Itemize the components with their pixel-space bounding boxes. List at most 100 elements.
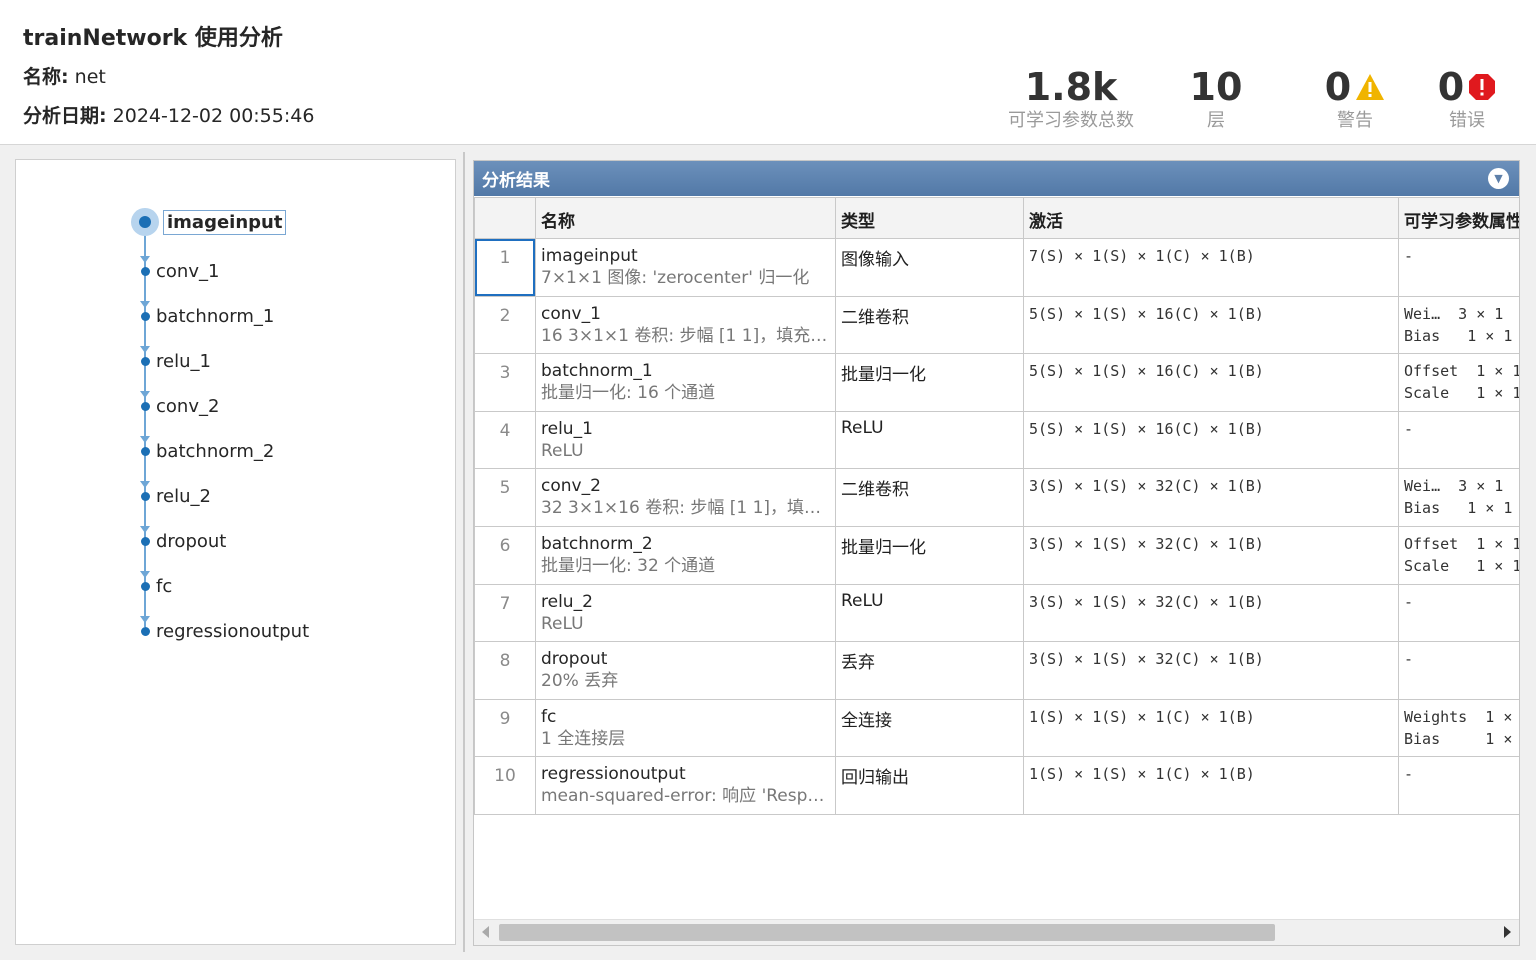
layer-activation: 3(S) × 1(S) × 32(C) × 1(B) <box>1023 641 1399 700</box>
graph-node-dropout[interactable]: dropout <box>140 529 440 553</box>
column-header-1[interactable]: 名称 <box>535 197 836 239</box>
graph-arrow <box>140 301 150 308</box>
table-row[interactable]: 3 batchnorm_1 批量归一化: 16 个通道 批量归一化 5(S) × 1(S… <box>474 353 1520 412</box>
date-value: 2024-12-02 00:55:46 <box>106 105 315 127</box>
learnable-param: - <box>1404 650 1414 669</box>
table-row[interactable]: 5 conv_2 32 3×1×16 卷积: 步幅 [1 1]，填充 ... 二维卷积… <box>474 468 1519 527</box>
graph-node-dot <box>141 401 150 411</box>
collapse-button[interactable]: ▼ <box>1488 168 1509 189</box>
learnable-param: Bias 1 × 1 <box>1404 499 1513 518</box>
table-row[interactable]: 7 relu_2 ReLU ReLU 3(S) × 1(S) × 32(C) × 1(B… <box>474 583 1519 643</box>
layer-description: 32 3×1×16 卷积: 步幅 [1 1]，填充 ... <box>541 498 830 519</box>
layer-description: mean-squared-error: 响应 'Respon... <box>541 786 830 807</box>
stat-learnables: 1.8k 可学习参数总数 <box>1000 64 1142 132</box>
graph-node-label: conv_1 <box>156 260 220 282</box>
learnable-param: Bias 1 × 1 <box>1404 326 1513 345</box>
graph-node-label: imageinput <box>163 209 287 235</box>
layer-description: 7×1×1 图像: 'zerocenter' 归一化 <box>541 268 810 288</box>
graph-node-dot <box>141 536 150 546</box>
horizontal-scrollbar[interactable] <box>474 919 1519 945</box>
column-header-3[interactable]: 激活 <box>1023 197 1399 239</box>
page-title: trainNetwork 使用分析 <box>23 26 283 51</box>
network-graph-pane[interactable]: imageinput conv_1 batchnorm_1 relu_1 conv_2b… <box>15 159 456 945</box>
graph-node-conv_1[interactable]: conv_1 <box>140 259 440 283</box>
table-row[interactable]: 6 batchnorm_2 批量归一化: 32 个通道 批量归一化 3(S) × 1(S… <box>474 525 1519 585</box>
layer-learnables: Offset 1 × 1 Scale 1 × 1 <box>1398 353 1520 412</box>
analysis-date: 分析日期: 2024-12-02 00:55:46 <box>23 101 314 128</box>
graph-node-dot <box>139 216 151 228</box>
layer-type: 丢弃 <box>835 641 1024 700</box>
layer-activation: 1(S) × 1(S) × 1(C) × 1(B) <box>1023 698 1399 758</box>
stat-layers: 10 层 <box>1176 64 1256 132</box>
graph-node-label: relu_1 <box>156 350 211 372</box>
layer-description: ReLU <box>541 613 584 634</box>
stat-layers-value: 10 <box>1189 65 1243 109</box>
layer-name: imageinput <box>541 246 638 266</box>
graph-node-label: batchnorm_2 <box>156 440 275 462</box>
layer-learnables: - <box>1398 641 1519 700</box>
graph-node-imageinput[interactable]: imageinput <box>139 209 440 235</box>
learnable-param: - <box>1404 592 1414 611</box>
layer-name-cell: conv_2 32 3×1×16 卷积: 步幅 [1 1]，填充 ... <box>535 468 836 527</box>
graph-node-relu_1[interactable]: relu_1 <box>140 349 440 373</box>
layer-name: dropout <box>541 649 608 670</box>
layer-name: fc <box>541 706 557 727</box>
layer-name-cell: dropout 20% 丢弃 <box>535 641 836 700</box>
graph-node-relu_2[interactable]: relu_2 <box>140 484 440 508</box>
layer-learnables: Weights 1 × Bias 1 × <box>1398 698 1519 758</box>
layer-activation: 1(S) × 1(S) × 1(C) × 1(B) <box>1023 756 1399 815</box>
column-header-0[interactable] <box>474 197 536 239</box>
pane-splitter[interactable] <box>463 152 465 952</box>
graph-node-label: fc <box>156 575 173 597</box>
graph-arrow <box>140 391 150 398</box>
layer-name-cell: batchnorm_1 批量归一化: 16 个通道 <box>535 353 836 412</box>
stat-errors[interactable]: 0 错误 <box>1424 64 1510 132</box>
learnable-param: Weights 1 × <box>1404 707 1513 726</box>
layer-type: ReLU <box>835 410 1024 470</box>
graph-node-label: relu_2 <box>156 485 211 507</box>
graph-node-fc[interactable]: fc <box>140 574 440 598</box>
graph-node-conv_2[interactable]: conv_2 <box>140 394 440 418</box>
graph-node-dot <box>141 626 150 636</box>
graph-node-dot <box>141 491 150 501</box>
table-row[interactable]: 4 relu_1 ReLU ReLU 5(S) × 1(S) × 16(C) × 1(B… <box>474 410 1519 470</box>
layer-type: 二维卷积 <box>835 468 1024 527</box>
column-header-2[interactable]: 类型 <box>835 197 1024 239</box>
table-row[interactable]: 8 dropout 20% 丢弃 丢弃 3(S) × 1(S) × 32(C) × 1(… <box>474 641 1519 700</box>
table-header-row: 名称 类型 激活 可学习参数属性 <box>474 197 1519 239</box>
layer-name: batchnorm_2 <box>541 533 653 554</box>
layer-activation: 5(S) × 1(S) × 16(C) × 1(B) <box>1023 410 1399 470</box>
row-index: 9 <box>474 698 536 758</box>
learnable-param: Offset 1 × 1 <box>1404 362 1520 381</box>
graph-node-batchnorm_2[interactable]: batchnorm_2 <box>140 439 440 463</box>
layer-learnables: - <box>1398 410 1519 470</box>
row-index: 4 <box>474 410 536 470</box>
graph-node-label: conv_2 <box>156 395 220 417</box>
graph-node-batchnorm_1[interactable]: batchnorm_1 <box>140 304 440 328</box>
stat-warnings[interactable]: 0 警告 <box>1310 64 1400 132</box>
scrollbar-thumb[interactable] <box>499 924 1275 941</box>
layer-name: regressionoutput <box>541 764 686 785</box>
layer-learnables: Wei… 3 × 1 Bias 1 × 1 <box>1398 468 1519 527</box>
graph-node-label: regressionoutput <box>156 620 310 642</box>
graph-node-label: batchnorm_1 <box>156 305 275 327</box>
stat-warnings-value: 0 <box>1324 65 1352 109</box>
summary-header: trainNetwork 使用分析 名称: net 分析日期: 2024-12-… <box>0 0 1536 145</box>
table-row[interactable]: 9 fc 1 全连接层 全连接 1(S) × 1(S) × 1(C) × 1(B) Wei… <box>474 698 1519 758</box>
graph-node-regressionoutput[interactable]: regressionoutput <box>140 619 440 643</box>
column-header-4[interactable]: 可学习参数属性 <box>1398 197 1519 239</box>
table-row[interactable]: 10 regressionoutput mean-squared-error: 响应… <box>474 756 1519 815</box>
graph-node-dot <box>141 446 150 456</box>
stat-learnables-label: 可学习参数总数 <box>1008 110 1134 131</box>
scroll-right-arrow-icon[interactable] <box>1504 926 1511 938</box>
results-table-container[interactable]: 名称 类型 激活 可学习参数属性 1 imageinput 7×1×1 图像: 'zero… <box>474 197 1520 917</box>
network-name: 名称: net <box>23 62 106 89</box>
graph-node-dot <box>141 356 150 366</box>
chevron-down-icon: ▼ <box>1494 172 1503 185</box>
table-row[interactable]: 1 imageinput 7×1×1 图像: 'zerocenter' 归一化 图像输… <box>474 238 1519 297</box>
layer-activation: 3(S) × 1(S) × 32(C) × 1(B) <box>1023 583 1399 643</box>
table-row[interactable]: 2 conv_1 16 3×1×1 卷积: 步幅 [1 1]，填充 [... 二维卷积… <box>474 295 1519 355</box>
layer-description: 批量归一化: 32 个通道 <box>541 555 716 576</box>
scroll-left-arrow-icon[interactable] <box>482 926 489 938</box>
layer-name: relu_2 <box>541 591 593 612</box>
